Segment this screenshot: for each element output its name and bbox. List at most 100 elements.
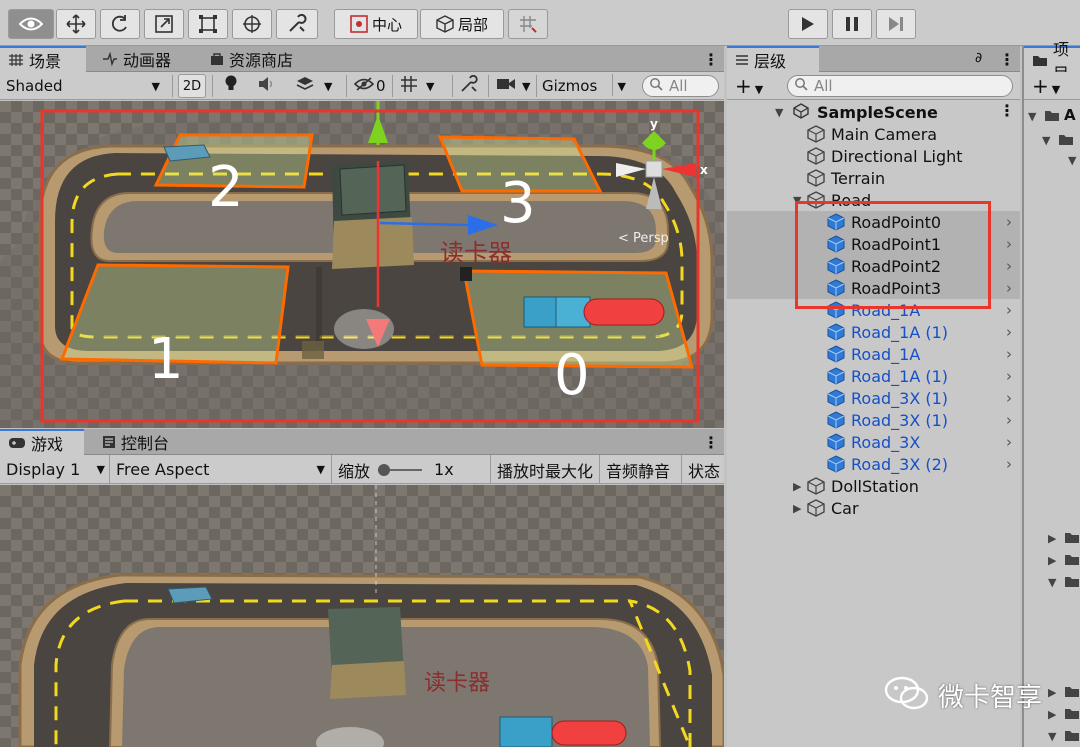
scene-grid-icon bbox=[8, 53, 24, 67]
scene-menu-kebab-icon[interactable]: ⋮ bbox=[703, 50, 719, 69]
prefab-chevron-icon[interactable]: › bbox=[1006, 235, 1012, 253]
effects-dropdown[interactable]: ▼ bbox=[296, 74, 332, 98]
hierarchy-row[interactable]: ▶ Car bbox=[727, 497, 1020, 519]
expand-arrow-icon[interactable]: ▶ bbox=[793, 502, 801, 515]
hierarchy-row[interactable]: Terrain bbox=[727, 167, 1020, 189]
prefab-chevron-icon[interactable]: › bbox=[1006, 345, 1012, 363]
audio-toggle[interactable] bbox=[258, 74, 276, 98]
mute-label: 音频静音 bbox=[606, 461, 671, 481]
hierarchy-toolbar: + ▼ All bbox=[727, 72, 1020, 100]
move-tool-button[interactable] bbox=[56, 9, 96, 39]
camera-dropdown[interactable]: ▼ bbox=[496, 74, 530, 98]
create-add-button[interactable]: + ▼ bbox=[735, 74, 763, 98]
prefab-chevron-icon[interactable]: › bbox=[1006, 257, 1012, 275]
expand-arrow-icon[interactable]: ▼ bbox=[1028, 110, 1036, 123]
pause-button[interactable] bbox=[832, 9, 872, 39]
hierarchy-row[interactable]: Road_1A (1) › bbox=[727, 321, 1020, 343]
prefab-chevron-icon[interactable]: › bbox=[1006, 279, 1012, 297]
wrench-icon bbox=[287, 14, 307, 34]
custom-tool-button[interactable] bbox=[276, 9, 318, 39]
hierarchy-row-label: Road_3X (1) bbox=[851, 388, 949, 408]
scale-slider[interactable] bbox=[378, 463, 423, 477]
stats-toggle[interactable]: 状态 bbox=[682, 455, 724, 484]
game-viewport[interactable]: 读卡器 bbox=[0, 485, 724, 747]
shading-mode-value: Shaded bbox=[6, 77, 63, 95]
prefab-chevron-icon[interactable]: › bbox=[1006, 213, 1012, 231]
step-button[interactable] bbox=[876, 9, 916, 39]
tab-scene[interactable]: 场景 bbox=[0, 46, 86, 72]
scene-tab-bar: 场景 动画器 资源商店 ⋮ bbox=[0, 46, 724, 72]
display-dropdown[interactable]: Display 1 ▼ bbox=[0, 455, 110, 484]
prefab-chevron-icon[interactable]: › bbox=[1006, 455, 1012, 473]
hierarchy-row[interactable]: Road_3X › bbox=[727, 431, 1020, 453]
snap-button[interactable] bbox=[508, 9, 548, 39]
prefab-chevron-icon[interactable]: › bbox=[1006, 323, 1012, 341]
scene-row-kebab-icon[interactable]: ⋮ bbox=[999, 101, 1015, 120]
prefab-chevron-icon[interactable]: › bbox=[1006, 411, 1012, 429]
hidden-objects-toggle[interactable]: 0 bbox=[353, 74, 386, 98]
tab-game[interactable]: 游戏 bbox=[0, 429, 84, 455]
prefab-chevron-icon[interactable]: › bbox=[1006, 389, 1012, 407]
hierarchy-row[interactable]: Main Camera bbox=[727, 123, 1020, 145]
expand-arrow-icon[interactable]: ▶ bbox=[793, 480, 801, 493]
expand-arrow-icon[interactable]: ▼ bbox=[1042, 134, 1050, 147]
video-camera-icon bbox=[496, 77, 516, 95]
tab-asset-store[interactable]: 资源商店 bbox=[202, 46, 312, 72]
scale-control: 缩放 1x bbox=[332, 455, 488, 484]
mute-audio-toggle[interactable]: 音频静音 bbox=[600, 455, 682, 484]
hierarchy-row[interactable]: Directional Light bbox=[727, 145, 1020, 167]
expand-arrow-icon[interactable]: ▶ bbox=[1048, 708, 1056, 721]
prefab-chevron-icon[interactable]: › bbox=[1006, 433, 1012, 451]
grid-dropdown[interactable]: ▼ bbox=[400, 74, 434, 98]
expand-arrow-icon[interactable]: ▼ bbox=[1048, 730, 1056, 743]
tab-animator[interactable]: 动画器 bbox=[94, 46, 202, 72]
expand-arrow-icon[interactable]: ▶ bbox=[1048, 532, 1056, 545]
aspect-dropdown[interactable]: Free Aspect ▼ bbox=[110, 455, 332, 484]
pivot-toggle[interactable]: 中心 bbox=[334, 9, 418, 39]
prefab-chevron-icon[interactable]: › bbox=[1006, 367, 1012, 385]
tools-toggle[interactable] bbox=[460, 74, 478, 98]
hierarchy-row[interactable]: ▶ DollStation bbox=[727, 475, 1020, 497]
hierarchy-row[interactable]: Road_1A (1) › bbox=[727, 365, 1020, 387]
expand-arrow-icon[interactable]: ▼ bbox=[1068, 154, 1076, 167]
scene-search-input[interactable]: All bbox=[642, 75, 719, 97]
expand-arrow-icon[interactable]: ▶ bbox=[1048, 554, 1056, 567]
rotate-tool-button[interactable] bbox=[100, 9, 140, 39]
list-icon bbox=[735, 54, 749, 66]
hierarchy-menu-kebab-icon[interactable]: ⋮ bbox=[999, 50, 1015, 69]
tab-animator-label: 动画器 bbox=[123, 51, 172, 70]
view-tool-button[interactable] bbox=[8, 9, 54, 39]
tab-project[interactable]: 项目 bbox=[1024, 40, 1080, 83]
hierarchy-row[interactable]: Road_3X (2) › bbox=[727, 453, 1020, 475]
hierarchy-row[interactable]: Road_3X (1) › bbox=[727, 387, 1020, 409]
tab-console[interactable]: 控制台 bbox=[94, 429, 194, 455]
wechat-watermark: 微卡智享 bbox=[884, 676, 1042, 714]
transform-tool-button[interactable] bbox=[232, 9, 272, 39]
hierarchy-row[interactable]: Road_1A › bbox=[727, 343, 1020, 365]
expand-arrow-icon[interactable]: ▼ bbox=[775, 106, 783, 119]
expand-arrow-icon[interactable]: ▶ bbox=[1048, 686, 1056, 699]
lock-icon[interactable]: ∂ bbox=[975, 50, 982, 66]
hierarchy-search-input[interactable]: All bbox=[787, 75, 1013, 97]
scale-tool-button[interactable] bbox=[144, 9, 184, 39]
local-toggle[interactable]: 局部 bbox=[420, 9, 504, 39]
maximize-on-play-toggle[interactable]: 播放时最大化 bbox=[490, 455, 600, 484]
hierarchy-row[interactable]: Road_3X (1) › bbox=[727, 409, 1020, 431]
tab-hierarchy[interactable]: 层级 bbox=[727, 46, 819, 72]
lighting-toggle[interactable] bbox=[224, 74, 238, 98]
project-add-button[interactable]: + ▼ bbox=[1032, 74, 1060, 98]
game-menu-kebab-icon[interactable]: ⋮ bbox=[703, 433, 719, 452]
shading-mode-dropdown[interactable]: Shaded ▼ bbox=[6, 74, 164, 98]
prefab-chevron-icon[interactable]: › bbox=[1006, 301, 1012, 319]
gizmos-dropdown[interactable]: Gizmos ▼ bbox=[542, 74, 628, 98]
slider-thumb-icon[interactable] bbox=[378, 463, 391, 476]
perspective-label[interactable]: < Persp bbox=[618, 231, 669, 246]
mode-2d-toggle[interactable]: 2D bbox=[178, 74, 206, 98]
rect-tool-button[interactable] bbox=[188, 9, 228, 39]
scene-viewport[interactable]: 2 3 1 0 读卡器 < Persp y x bbox=[0, 101, 724, 428]
mode-2d-label: 2D bbox=[182, 78, 202, 94]
play-button[interactable] bbox=[788, 9, 828, 39]
scene-root-row[interactable]: ▼ SampleScene ⋮ bbox=[727, 101, 1020, 123]
hierarchy-row-label: Terrain bbox=[831, 168, 886, 188]
expand-arrow-icon[interactable]: ▼ bbox=[1048, 576, 1056, 589]
